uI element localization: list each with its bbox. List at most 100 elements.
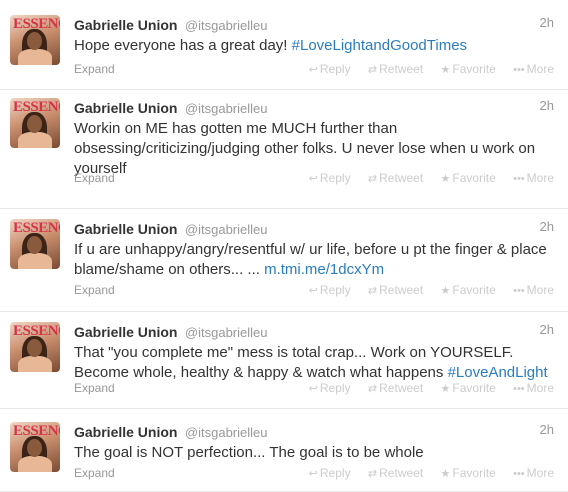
reply-button[interactable]: ↩ Reply: [309, 62, 351, 76]
avatar-body: [18, 456, 52, 472]
tweet-item[interactable]: ESSENCE Gabrielle Union @itsgabrielleu 2…: [0, 209, 568, 312]
avatar-magazine-title: ESSENCE: [13, 16, 60, 32]
reply-button[interactable]: ↩ Reply: [309, 171, 351, 185]
tweet-timestamp[interactable]: 2h: [540, 219, 554, 234]
expand-link[interactable]: Expand: [74, 466, 115, 480]
expand-link[interactable]: Expand: [74, 62, 115, 76]
more-button[interactable]: ••• More: [513, 171, 554, 185]
author-name[interactable]: Gabrielle Union: [74, 324, 177, 340]
avatar-face: [27, 32, 42, 50]
favorite-label: Favorite: [452, 283, 496, 297]
avatar[interactable]: ESSENCE: [10, 422, 60, 472]
more-label: More: [526, 171, 554, 185]
avatar-magazine-title: ESSENCE: [13, 423, 60, 439]
tweet-text: The goal is NOT perfection... The goal i…: [74, 443, 568, 463]
tweet-header: Gabrielle Union @itsgabrielleu: [74, 15, 568, 35]
tweet-header: Gabrielle Union @itsgabrielleu: [74, 322, 568, 342]
favorite-label: Favorite: [452, 62, 496, 76]
more-dots-icon: •••: [513, 285, 525, 297]
reply-icon: ↩: [308, 173, 318, 185]
tweet-text: Hope everyone has a great day! #LoveLigh…: [74, 36, 568, 56]
tweet-timestamp[interactable]: 2h: [540, 98, 554, 113]
avatar-magazine-title: ESSENCE: [13, 323, 60, 339]
retweet-label: Retweet: [379, 171, 424, 185]
tweet-item[interactable]: ESSENCE Gabrielle Union @itsgabrielleu 2…: [0, 409, 568, 492]
expand-link[interactable]: Expand: [74, 381, 115, 395]
avatar-magazine-title: ESSENCE: [13, 220, 60, 236]
author-handle[interactable]: @itsgabrielleu: [185, 18, 268, 33]
retweet-button[interactable]: ⇄ Retweet: [368, 62, 423, 76]
tweet-actions: ↩ Reply ⇄ Retweet ★ Favorite ••• More: [295, 379, 554, 398]
tweet-actions: ↩ Reply ⇄ Retweet ★ Favorite ••• More: [295, 281, 554, 300]
tweet-header: Gabrielle Union @itsgabrielleu: [74, 219, 568, 239]
favorite-button[interactable]: ★ Favorite: [441, 62, 496, 76]
author-handle[interactable]: @itsgabrielleu: [185, 325, 268, 340]
tweet-timestamp[interactable]: 2h: [540, 422, 554, 437]
tweet-header: Gabrielle Union @itsgabrielleu: [74, 98, 568, 118]
tweet-feed: ESSENCE Gabrielle Union @itsgabrielleu 2…: [0, 0, 568, 492]
more-label: More: [526, 62, 554, 76]
expand-link[interactable]: Expand: [74, 171, 115, 185]
avatar-body: [18, 132, 52, 148]
reply-icon: ↩: [308, 64, 318, 76]
star-icon: ★: [440, 173, 451, 185]
favorite-button[interactable]: ★ Favorite: [441, 171, 496, 185]
star-icon: ★: [440, 64, 451, 76]
avatar[interactable]: ESSENCE: [10, 322, 60, 372]
author-name[interactable]: Gabrielle Union: [74, 17, 177, 33]
retweet-icon: ⇄: [367, 383, 378, 395]
favorite-label: Favorite: [452, 466, 496, 480]
reply-button[interactable]: ↩ Reply: [309, 381, 351, 395]
tweet-actions: ↩ Reply ⇄ Retweet ★ Favorite ••• More: [295, 169, 554, 188]
reply-button[interactable]: ↩ Reply: [309, 466, 351, 480]
more-label: More: [526, 466, 554, 480]
avatar[interactable]: ESSENCE: [10, 219, 60, 269]
retweet-button[interactable]: ⇄ Retweet: [368, 466, 423, 480]
retweet-button[interactable]: ⇄ Retweet: [368, 381, 423, 395]
tweet-timestamp[interactable]: 2h: [540, 322, 554, 337]
tweet-footer: Expand ↩ Reply ⇄ Retweet ★ Favorite ••• More: [74, 169, 554, 187]
expand-link[interactable]: Expand: [74, 283, 115, 297]
tweet-timestamp[interactable]: 2h: [540, 15, 554, 30]
tweet-item[interactable]: ESSENCE Gabrielle Union @itsgabrielleu 2…: [0, 312, 568, 409]
author-name[interactable]: Gabrielle Union: [74, 221, 177, 237]
favorite-button[interactable]: ★ Favorite: [441, 283, 496, 297]
tweet-footer: Expand ↩ Reply ⇄ Retweet ★ Favorite ••• More: [74, 379, 554, 397]
tweet-item[interactable]: ESSENCE Gabrielle Union @itsgabrielleu 2…: [0, 90, 568, 209]
author-handle[interactable]: @itsgabrielleu: [185, 101, 268, 116]
more-button[interactable]: ••• More: [513, 62, 554, 76]
more-button[interactable]: ••• More: [513, 283, 554, 297]
retweet-button[interactable]: ⇄ Retweet: [368, 171, 423, 185]
author-handle[interactable]: @itsgabrielleu: [185, 222, 268, 237]
more-button[interactable]: ••• More: [513, 466, 554, 480]
avatar-face: [27, 339, 42, 357]
tweet-text: That "you complete me" mess is total cra…: [74, 343, 568, 383]
avatar[interactable]: ESSENCE: [10, 98, 60, 148]
tweet-footer: Expand ↩ Reply ⇄ Retweet ★ Favorite ••• More: [74, 60, 554, 78]
more-button[interactable]: ••• More: [513, 381, 554, 395]
reply-label: Reply: [319, 62, 351, 76]
author-name[interactable]: Gabrielle Union: [74, 100, 177, 116]
reply-button[interactable]: ↩ Reply: [309, 283, 351, 297]
author-handle[interactable]: @itsgabrielleu: [185, 425, 268, 440]
reply-label: Reply: [319, 283, 351, 297]
favorite-button[interactable]: ★ Favorite: [441, 466, 496, 480]
favorite-button[interactable]: ★ Favorite: [441, 381, 496, 395]
avatar-body: [18, 356, 52, 372]
retweet-icon: ⇄: [367, 468, 378, 480]
retweet-label: Retweet: [379, 283, 424, 297]
avatar[interactable]: ESSENCE: [10, 15, 60, 65]
retweet-icon: ⇄: [367, 64, 378, 76]
tweet-text-body: The goal is NOT perfection... The goal i…: [74, 444, 424, 461]
reply-icon: ↩: [308, 468, 318, 480]
retweet-icon: ⇄: [367, 285, 378, 297]
tweet-item[interactable]: ESSENCE Gabrielle Union @itsgabrielleu 2…: [0, 0, 568, 90]
author-name[interactable]: Gabrielle Union: [74, 424, 177, 440]
more-dots-icon: •••: [513, 64, 525, 76]
avatar-face: [27, 115, 42, 133]
url-link[interactable]: m.tmi.me/1dcxYm: [264, 261, 384, 278]
retweet-button[interactable]: ⇄ Retweet: [368, 283, 423, 297]
avatar-face: [27, 236, 42, 254]
retweet-label: Retweet: [379, 62, 424, 76]
hashtag-link[interactable]: #LoveLightandGoodTimes: [292, 37, 467, 54]
